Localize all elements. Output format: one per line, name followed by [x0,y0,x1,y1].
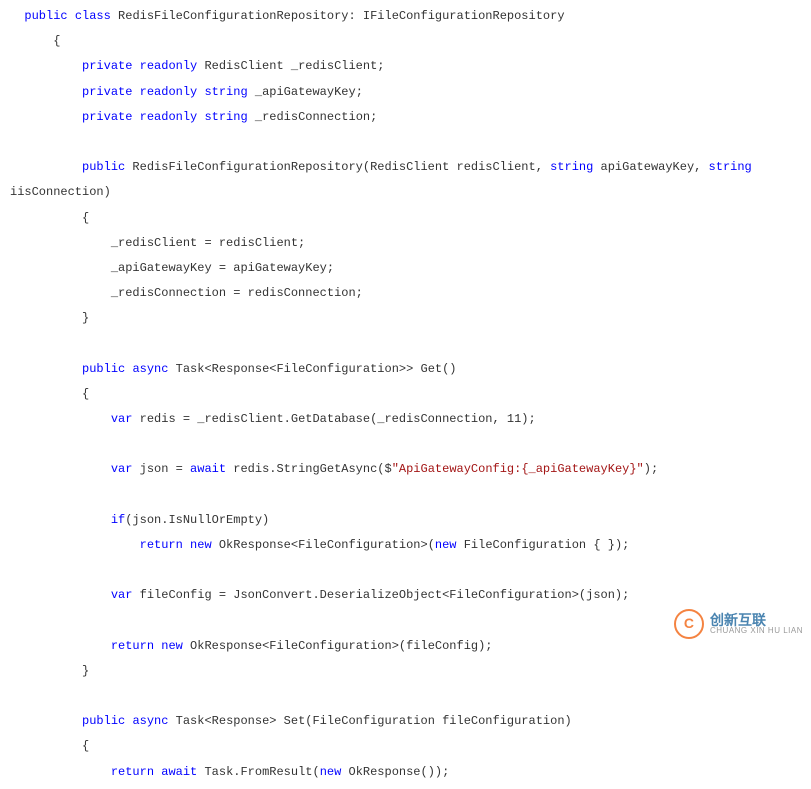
code-token: { [82,211,89,225]
code-token: FileConfiguration { }); [457,538,630,552]
code-token: string [550,160,593,174]
code-token: return [111,765,154,779]
code-token: var [111,588,133,602]
code-token: await [190,462,226,476]
watermark-title: 创新互联 [710,613,803,627]
code-token: RedisFileConfigurationRepository(RedisCl… [125,160,550,174]
code-token: private [82,85,132,99]
watermark-icon: C [674,609,704,639]
code-token: return [111,639,154,653]
code-token: string [204,85,247,99]
code-token [68,9,75,23]
code-token: } [82,311,89,325]
code-token: return [140,538,183,552]
code-token: new [161,639,183,653]
code-token: { [82,739,89,753]
code-token: var [111,462,133,476]
code-token: redis = _redisClient.GetDatabase(_redisC… [132,412,535,426]
code-token: await [161,765,197,779]
code-token: _redisConnection = redisConnection; [111,286,363,300]
code-token: readonly [140,85,198,99]
code-token: OkResponse<FileConfiguration>(fileConfig… [183,639,493,653]
code-token [154,765,161,779]
watermark: C 创新互联 CHUANG XIN HU LIAN [674,609,803,639]
code-token: fileConfig = JsonConvert.DeserializeObje… [132,588,629,602]
code-token: readonly [140,59,198,73]
code-token: "ApiGatewayConfig:{_apiGatewayKey}" [392,462,644,476]
code-token: public [82,362,125,376]
code-token: OkResponse()); [341,765,449,779]
code-block: public class RedisFileConfigurationRepos… [0,0,811,789]
code-token: _redisConnection; [248,110,378,124]
code-token: _apiGatewayKey = apiGatewayKey; [111,261,334,275]
code-token: public [82,714,125,728]
code-token: new [190,538,212,552]
code-token: (json.IsNullOrEmpty) [125,513,269,527]
code-token: private [82,110,132,124]
code-token: Task<Response<FileConfiguration>> Get() [168,362,456,376]
code-token: } [82,664,89,678]
code-token: _redisClient = redisClient; [111,236,305,250]
code-token [132,85,139,99]
code-token: private [82,59,132,73]
code-token: redis.StringGetAsync($ [226,462,392,476]
code-token: RedisClient _redisClient; [197,59,384,73]
code-token: async [132,714,168,728]
code-token: var [111,412,133,426]
code-token: public [24,9,67,23]
code-token: ); [644,462,658,476]
code-token: json = [132,462,190,476]
code-token: new [320,765,342,779]
code-token: string [709,160,752,174]
watermark-subtitle: CHUANG XIN HU LIAN [710,627,803,635]
code-token [183,538,190,552]
code-token: RedisFileConfigurationRepository: IFileC… [111,9,565,23]
code-token: if [111,513,125,527]
code-token: _apiGatewayKey; [248,85,363,99]
code-token [132,59,139,73]
code-token: Task<Response> Set(FileConfiguration fil… [168,714,571,728]
code-token [125,714,132,728]
code-token: new [435,538,457,552]
code-token: { [53,34,60,48]
code-token: async [132,362,168,376]
code-token: string [204,110,247,124]
code-token [132,110,139,124]
code-token: { [82,387,89,401]
code-token: Task.FromResult( [197,765,319,779]
code-token: apiGatewayKey, [593,160,708,174]
code-token: class [75,9,111,23]
code-token: OkResponse<FileConfiguration>( [212,538,435,552]
watermark-text: 创新互联 CHUANG XIN HU LIAN [710,613,803,635]
code-token: public [82,160,125,174]
code-token: iisConnection) [10,185,111,199]
code-token: readonly [140,110,198,124]
